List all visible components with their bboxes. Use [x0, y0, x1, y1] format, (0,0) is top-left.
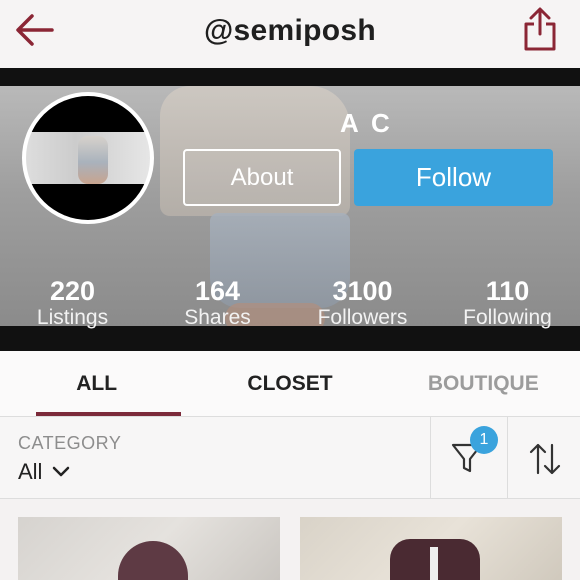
category-label: CATEGORY: [18, 433, 122, 453]
avatar[interactable]: [22, 92, 154, 224]
about-button[interactable]: About: [183, 149, 341, 206]
avatar-band-top: [26, 96, 150, 132]
tab-boutique[interactable]: BOUTIQUE: [387, 351, 580, 416]
stat-label: Followers: [317, 306, 408, 329]
stat-followers[interactable]: 3100 Followers: [290, 276, 435, 334]
listing-card[interactable]: [300, 517, 562, 580]
profile-stats: 220 Listings 164 Shares 3100 Followers 1…: [0, 276, 580, 334]
chevron-down-icon: [53, 466, 70, 477]
listing-photo-jacket-stripe: [430, 547, 438, 580]
category-dropdown[interactable]: All: [18, 459, 70, 485]
listing-photo-hoodie: [118, 541, 188, 580]
follow-button[interactable]: Follow: [354, 149, 553, 206]
stat-shares[interactable]: 164 Shares: [145, 276, 290, 334]
top-bar: @semiposh: [0, 0, 580, 68]
tab-all[interactable]: ALL: [0, 351, 193, 416]
avatar-photo: [26, 132, 150, 188]
stat-value: 110: [485, 276, 530, 306]
stat-listings[interactable]: 220 Listings: [0, 276, 145, 334]
avatar-photo-figure: [78, 136, 108, 184]
divider: [507, 417, 508, 499]
tab-closet[interactable]: CLOSET: [193, 351, 386, 416]
filter-count-badge: 1: [470, 426, 498, 454]
closet-tabs: ALL CLOSET BOUTIQUE: [0, 351, 580, 417]
stat-label: Listings: [36, 306, 109, 329]
avatar-band-bottom: [26, 184, 150, 220]
stat-value: 164: [194, 276, 241, 306]
stat-label: Following: [463, 306, 552, 329]
back-arrow-icon[interactable]: [14, 12, 58, 48]
sort-arrows-icon[interactable]: [527, 441, 563, 477]
page-title: @semiposh: [204, 14, 376, 47]
listing-card[interactable]: [18, 517, 280, 580]
stat-value: 220: [49, 276, 96, 306]
category-value: All: [18, 459, 43, 484]
stat-value: 3100: [332, 276, 393, 306]
stat-label: Shares: [184, 306, 251, 329]
share-icon[interactable]: [520, 6, 560, 52]
listings-grid: [0, 499, 580, 580]
profile-name: A C: [340, 108, 393, 138]
divider: [430, 417, 431, 499]
stat-following[interactable]: 110 Following: [435, 276, 580, 334]
